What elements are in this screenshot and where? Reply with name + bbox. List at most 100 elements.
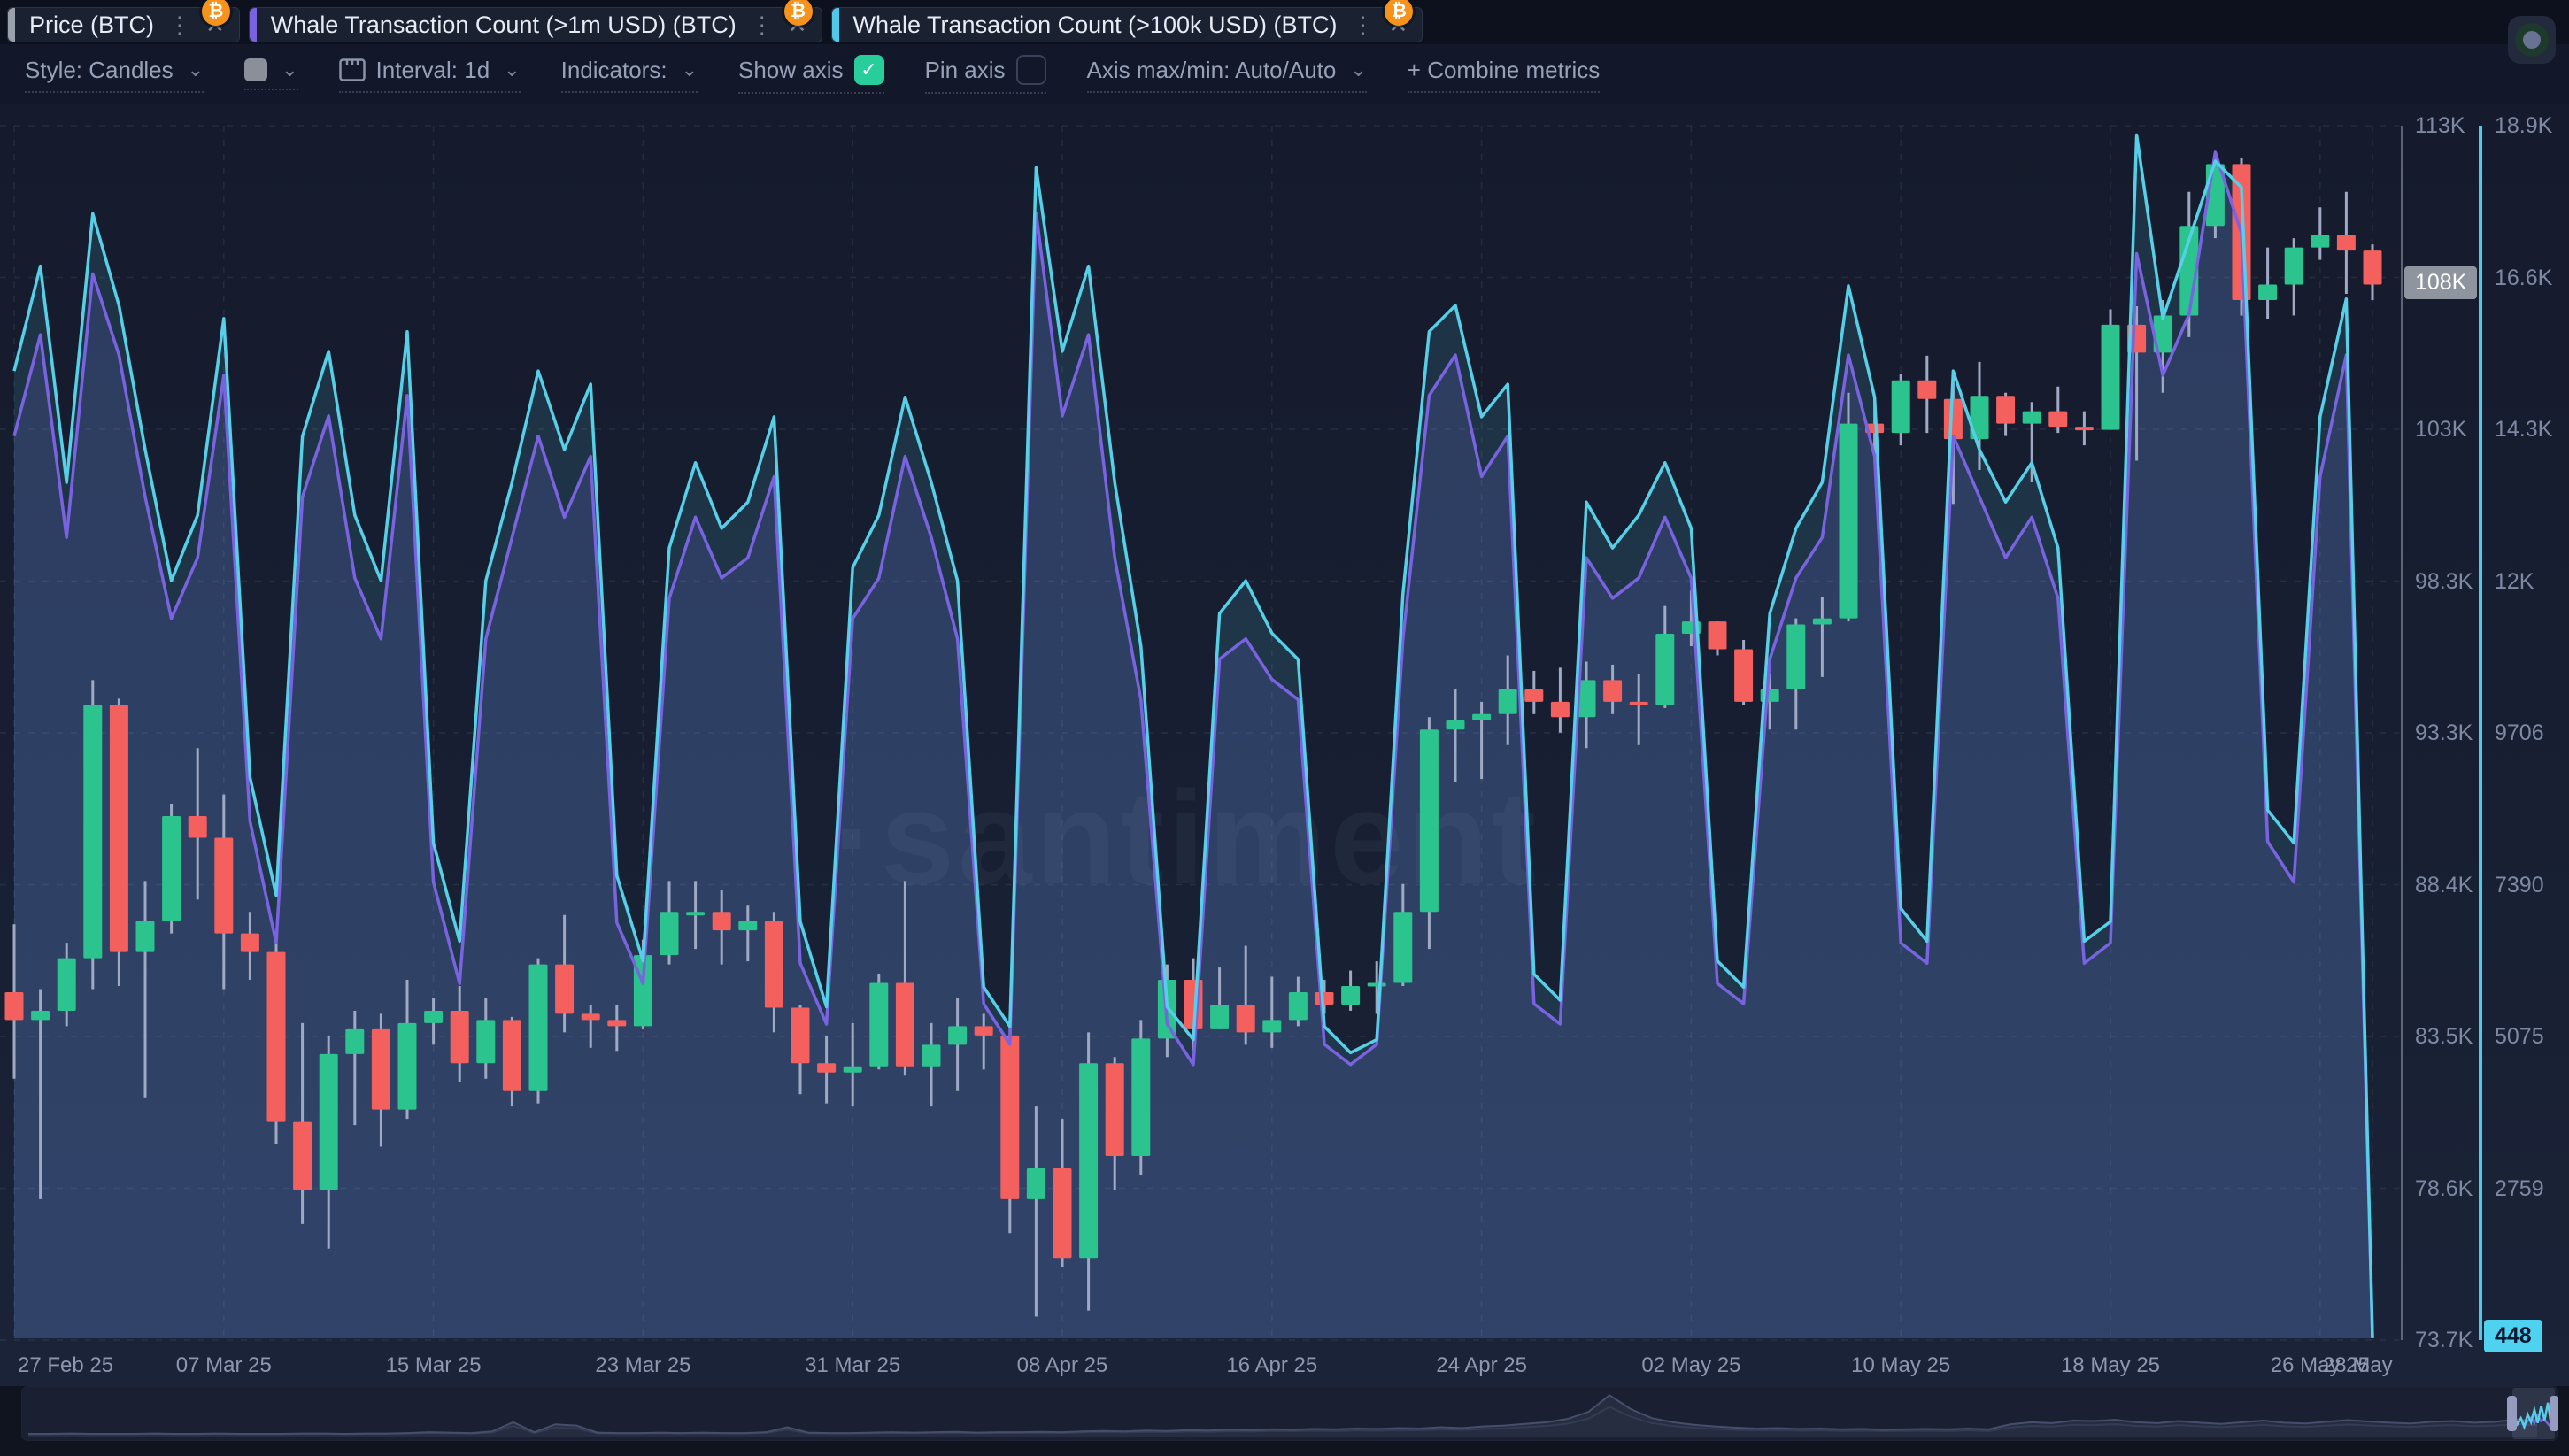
candle-body [1813, 619, 1832, 625]
candle-body [1079, 1063, 1098, 1258]
candle-body [2102, 325, 2120, 430]
candle-body [31, 1011, 50, 1020]
candle-body [1944, 399, 1963, 439]
style-dropdown[interactable]: Style: Candles ⌄ [25, 57, 204, 93]
candle-body [1315, 992, 1334, 1005]
candle-body [83, 705, 102, 958]
candle-body [1524, 689, 1543, 702]
indicators-dropdown[interactable]: Indicators: ⌄ [561, 57, 698, 93]
candle-body [869, 983, 888, 1067]
candle-body [660, 912, 679, 955]
show-axis-toggle[interactable]: Show axis ✓ [738, 55, 884, 94]
date-tick-label: 02 May 25 [1641, 1353, 1740, 1377]
candle-body [686, 912, 705, 915]
tab-label: Whale Transaction Count (>100k USD) (BTC… [853, 12, 1338, 39]
candle-body [162, 816, 181, 921]
axis-maxmin-dropdown[interactable]: Axis max/min: Auto/Auto ⌄ [1087, 57, 1367, 93]
pin-axis-label: Pin axis [925, 57, 1006, 84]
price-axis-line [2401, 126, 2403, 1340]
candle-body [1892, 381, 1910, 433]
axis-tick-label: 83.5K [2415, 1022, 2473, 1051]
pin-axis-checkbox[interactable] [1016, 55, 1046, 85]
candle-body [2258, 285, 2277, 300]
candle-body [1734, 649, 1753, 701]
candle-body [320, 1054, 338, 1190]
candle-body [529, 965, 548, 1091]
candle-body [2364, 250, 2382, 284]
candle-body [607, 1020, 626, 1026]
tab-accent-bar [250, 8, 257, 42]
candle-body [267, 952, 286, 1122]
candle-body [476, 1020, 495, 1063]
count-axis-line [2479, 126, 2482, 1340]
candle-body [1027, 1168, 1045, 1199]
candle-body [2285, 248, 2303, 285]
candle-body [345, 1029, 364, 1054]
date-tick-label: 28 May 25 [2323, 1353, 2399, 1377]
candle-body [1393, 912, 1412, 982]
status-record-button[interactable] [2508, 16, 2556, 64]
candle-body [1603, 680, 1622, 701]
axis-tick-label: 5075 [2495, 1022, 2544, 1051]
color-swatch-dropdown[interactable]: ⌄ [244, 58, 297, 90]
candle-body [372, 1029, 390, 1110]
axis-tick-label: 103K [2415, 415, 2466, 443]
axis-tick-label: 78.6K [2415, 1175, 2473, 1203]
interval-ruler-icon [339, 58, 366, 81]
chevron-down-icon: ⌄ [282, 58, 297, 81]
candle-body [1210, 1005, 1229, 1029]
date-tick-label: 15 Mar 25 [386, 1353, 482, 1377]
candle-body [1420, 729, 1439, 912]
kebab-menu-icon[interactable]: ⋮ [1351, 13, 1374, 36]
candle-body [2075, 427, 2094, 430]
show-axis-checkbox[interactable]: ✓ [854, 55, 884, 85]
brush-handle-left[interactable] [2507, 1396, 2517, 1431]
candle-body [1289, 992, 1308, 1020]
main-chart-canvas[interactable]: ·santiment27 Feb 2507 Mar 2515 Mar 2523 … [0, 104, 2399, 1386]
axis-tick-label: 93.3K [2415, 719, 2473, 747]
indicators-label: Indicators: [561, 57, 667, 84]
candle-body [398, 1023, 417, 1110]
tab-accent-bar [8, 8, 15, 42]
record-ring-icon [2515, 23, 2549, 57]
candle-body [765, 921, 783, 1008]
candle-body [1655, 634, 1674, 705]
axis-tick-label: 12K [2495, 567, 2534, 596]
candle-body [1630, 702, 1648, 705]
kebab-menu-icon[interactable]: ⋮ [168, 13, 191, 36]
pin-axis-toggle[interactable]: Pin axis [925, 55, 1046, 94]
candle-body [293, 1122, 312, 1190]
brush-handle-right[interactable] [2550, 1396, 2558, 1431]
tab-accent-bar [832, 8, 839, 42]
candle-body [738, 921, 757, 930]
candle-body [1341, 986, 1360, 1005]
metric-tab-bar: Price (BTC) ⋮ ✕ ₿ Whale Transaction Coun… [0, 0, 2569, 44]
interval-label: Interval: 1d [376, 57, 490, 84]
candle-body [582, 1013, 600, 1020]
candle-body [1000, 1036, 1019, 1199]
candle-body [1786, 625, 1805, 689]
kebab-menu-icon[interactable]: ⋮ [751, 13, 774, 36]
tab-whale-1m[interactable]: Whale Transaction Count (>1m USD) (BTC) … [249, 7, 822, 42]
candle-body [1917, 381, 1936, 399]
date-tick-label: 16 Apr 25 [1226, 1353, 1317, 1377]
candle-body [1131, 1038, 1150, 1156]
candle-body [1709, 621, 1727, 649]
candle-body [817, 1063, 836, 1072]
interval-dropdown[interactable]: Interval: 1d ⌄ [339, 57, 521, 93]
date-tick-label: 24 Apr 25 [1436, 1353, 1527, 1377]
tab-price-btc[interactable]: Price (BTC) ⋮ ✕ ₿ [7, 7, 240, 42]
tab-whale-100k[interactable]: Whale Transaction Count (>100k USD) (BTC… [831, 7, 1423, 42]
candle-body [2337, 235, 2356, 250]
timeline-minimap[interactable] [21, 1386, 2558, 1441]
candle-body [424, 1011, 443, 1023]
last-price-badge: 108K [2404, 266, 2477, 299]
combine-metrics-button[interactable]: + Combine metrics [1408, 57, 1600, 93]
candle-body [1472, 714, 1491, 720]
candle-body [1053, 1168, 1072, 1258]
date-tick-label: 18 May 25 [2061, 1353, 2160, 1377]
axis-maxmin-label: Axis max/min: Auto/Auto [1087, 57, 1337, 84]
chart-region: ·santiment27 Feb 2507 Mar 2515 Mar 2523 … [0, 104, 2569, 1386]
date-tick-label: 08 Apr 25 [1017, 1353, 1108, 1377]
axis-tick-label: 16.6K [2495, 264, 2552, 292]
